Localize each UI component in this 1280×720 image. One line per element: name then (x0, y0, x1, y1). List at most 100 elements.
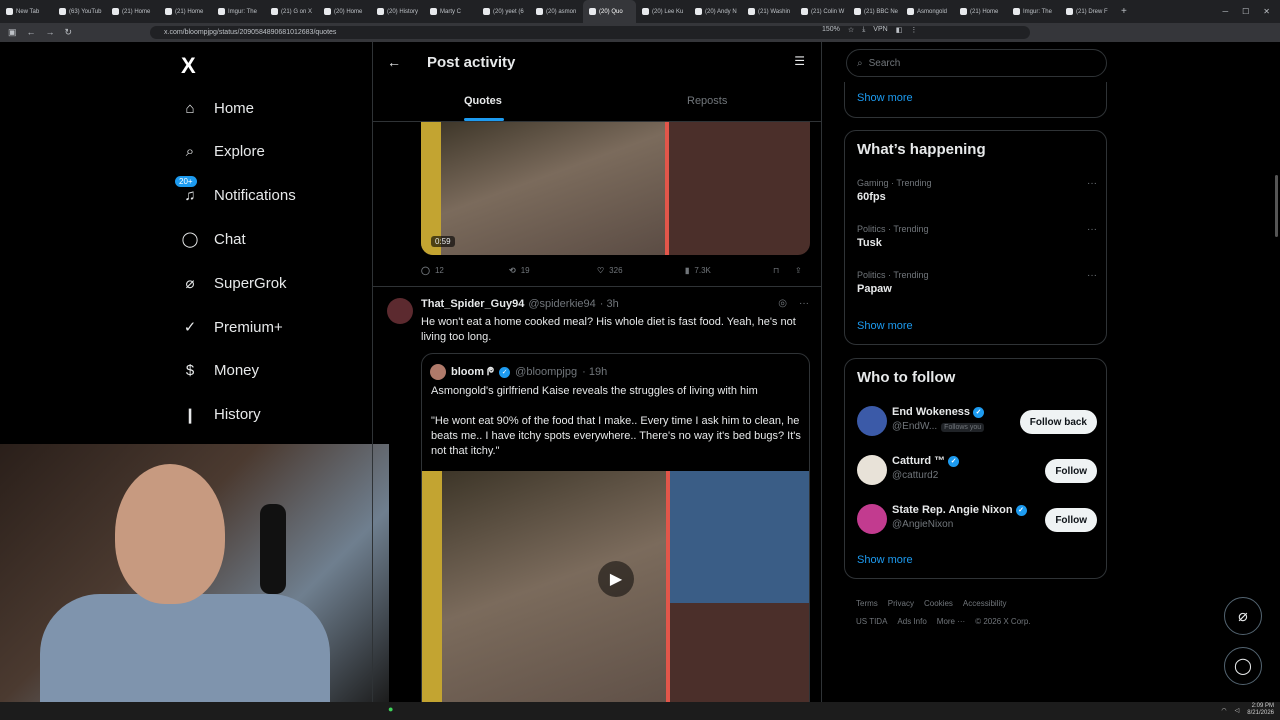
footer-link[interactable]: US TIDA (856, 617, 887, 626)
browser-tab[interactable]: (20) Lee Ku (636, 0, 689, 23)
quoted-post[interactable]: bloom ᖘ ✓ @bloompjpg · 19h Asmongold's g… (421, 353, 810, 702)
volume-icon[interactable]: ◁ (1235, 707, 1240, 714)
browser-tab[interactable]: (21) G on X (265, 0, 318, 23)
browser-tab[interactable]: (20) asmon (530, 0, 583, 23)
sidebar-item-explore[interactable]: ⌕ Explore (180, 140, 265, 164)
tab-favicon-icon (748, 8, 755, 15)
browser-tab[interactable]: (20) History (371, 0, 424, 23)
browser-tab[interactable]: Imgur: The (1007, 0, 1060, 23)
sidebar-item-supergrok[interactable]: ⌀ SuperGrok (180, 271, 286, 295)
author-handle[interactable]: @spiderkie94 (528, 298, 595, 310)
avatar[interactable] (857, 455, 887, 485)
sidebar-item-home[interactable]: ⌂ Home (180, 96, 254, 120)
new-tab-button[interactable]: + (1113, 6, 1127, 17)
browser-tab[interactable]: (20) Andy N (689, 0, 742, 23)
x-logo[interactable]: X (181, 53, 196, 79)
trend-item[interactable]: Politics · Trending Tusk ··· (857, 224, 1097, 249)
author-name[interactable]: That_Spider_Guy94 (421, 298, 524, 310)
app-icon[interactable]: ● (388, 704, 393, 714)
follow-button[interactable]: Follow (1045, 508, 1097, 532)
show-more-link[interactable]: Show more (857, 320, 913, 332)
views-button[interactable]: ▮ 7.3K (685, 266, 773, 275)
minimize-icon[interactable]: ─ (1222, 7, 1228, 16)
account-name[interactable]: End Wokeness ✓ (892, 406, 985, 418)
play-icon[interactable]: ▶ (598, 561, 634, 597)
more-icon[interactable]: ··· (1087, 270, 1097, 281)
browser-tab[interactable]: Asmongold (901, 0, 954, 23)
sidebar-item-notifications[interactable]: ♫ 20+ Notifications (175, 175, 296, 208)
tab-favicon-icon (854, 8, 861, 15)
browser-tab[interactable]: (20) Home (318, 0, 371, 23)
avatar[interactable] (857, 504, 887, 534)
browser-tab[interactable]: (21) Home (106, 0, 159, 23)
browser-tab[interactable]: (21) Washin (742, 0, 795, 23)
scrollbar[interactable] (1275, 175, 1278, 237)
grok-fab-icon[interactable]: ⌀ (1224, 597, 1262, 635)
back-arrow-icon[interactable]: ← (387, 54, 401, 70)
maximize-icon[interactable]: ☐ (1242, 7, 1249, 16)
browser-tab[interactable]: (21) Drew F (1060, 0, 1113, 23)
footer-link[interactable]: More ··· (937, 617, 965, 626)
quoted-video[interactable]: ▶ (422, 471, 809, 702)
post-media-video[interactable]: 0:59 (421, 122, 810, 255)
browser-tab[interactable]: (21) BBC Ne (848, 0, 901, 23)
show-more-link[interactable]: Show more (857, 92, 913, 104)
browser-tab[interactable]: New Tab (0, 0, 53, 23)
messages-fab-icon[interactable]: ◯ (1224, 647, 1262, 685)
follow-suggestion[interactable]: End Wokeness ✓ @EndW... Follows you Follow b… (857, 404, 1097, 438)
follow-suggestion[interactable]: Catturd ™ ✓ @catturd2 Follow (857, 453, 1097, 487)
sidebar-item-chat[interactable]: ◯ Chat (180, 227, 246, 251)
follow-button[interactable]: Follow back (1019, 410, 1097, 434)
repost-button[interactable]: ⟲ 19 (509, 266, 597, 275)
footer-link[interactable]: Ads Info (897, 617, 926, 626)
tab-favicon-icon (483, 8, 490, 15)
footer-link[interactable]: © 2026 X Corp. (975, 617, 1030, 626)
account-name[interactable]: State Rep. Angie Nixon ✓ (892, 504, 1027, 516)
follow-button[interactable]: Follow (1045, 459, 1097, 483)
tab-reposts[interactable]: Reposts (687, 95, 727, 107)
forward-icon[interactable]: → (46, 27, 55, 38)
reload-icon[interactable]: ↻ (65, 27, 73, 38)
bookmark-icon[interactable]: ⊓ (773, 266, 795, 275)
footer-link[interactable]: Terms (856, 599, 878, 608)
follow-suggestion[interactable]: State Rep. Angie Nixon ✓ @AngieNixon Follow (857, 502, 1097, 536)
more-icon[interactable]: ··· (1087, 178, 1097, 189)
clock[interactable]: 2:09 PM 8/21/2026 (1247, 703, 1274, 717)
account-name[interactable]: Catturd ™ ✓ (892, 455, 960, 467)
browser-tab[interactable]: (21) Home (954, 0, 1007, 23)
sidebar-item-premium[interactable]: ✓ Premium+ (180, 315, 283, 339)
browser-tab[interactable]: (20) yeet (6 (477, 0, 530, 23)
footer-link[interactable]: Cookies (924, 599, 953, 608)
sidebar-item-money[interactable]: $ Money (180, 359, 259, 383)
browser-tab[interactable]: Imgur: The (212, 0, 265, 23)
reply-button[interactable]: ◯ 12 (421, 266, 509, 275)
browser-tab[interactable]: (21) Home (159, 0, 212, 23)
filter-icon[interactable]: ☰ (794, 54, 805, 68)
like-button[interactable]: ♡ 326 (597, 266, 685, 275)
more-icon[interactable]: ··· (1087, 224, 1097, 235)
verified-icon: ✓ (1015, 504, 1027, 516)
footer-link[interactable]: Privacy (888, 599, 914, 608)
sidebar-item-history[interactable]: ❙ History (180, 403, 261, 427)
browser-tab[interactable]: (20) Quo (583, 0, 636, 23)
grok-icon[interactable]: ◎ (778, 298, 787, 309)
browser-tab[interactable]: (63) YouTub (53, 0, 106, 23)
avatar[interactable] (857, 406, 887, 436)
search-input[interactable]: ⌕ Search (846, 49, 1107, 77)
show-more-link[interactable]: Show more (857, 554, 913, 566)
browser-tab[interactable]: (21) Colin W (795, 0, 848, 23)
back-icon[interactable]: ← (27, 27, 36, 38)
trend-item[interactable]: Politics · Trending Papaw ··· (857, 270, 1097, 295)
share-icon[interactable]: ⇪ (795, 266, 802, 275)
close-icon[interactable]: ✕ (1263, 7, 1270, 16)
browser-tab[interactable]: Marty C (424, 0, 477, 23)
post-time[interactable]: · 3h (600, 298, 619, 310)
avatar[interactable] (387, 298, 413, 324)
trend-item[interactable]: Gaming · Trending 60fps ··· (857, 178, 1097, 203)
more-icon[interactable]: ··· (799, 298, 809, 309)
tab-title: Imgur: The (1023, 8, 1052, 15)
tab-quotes[interactable]: Quotes (464, 95, 502, 107)
footer-link[interactable]: Accessibility (963, 599, 1007, 608)
wifi-icon[interactable]: ◠ (1221, 707, 1226, 714)
sidebar-toggle-icon[interactable]: ▣ (8, 27, 17, 38)
